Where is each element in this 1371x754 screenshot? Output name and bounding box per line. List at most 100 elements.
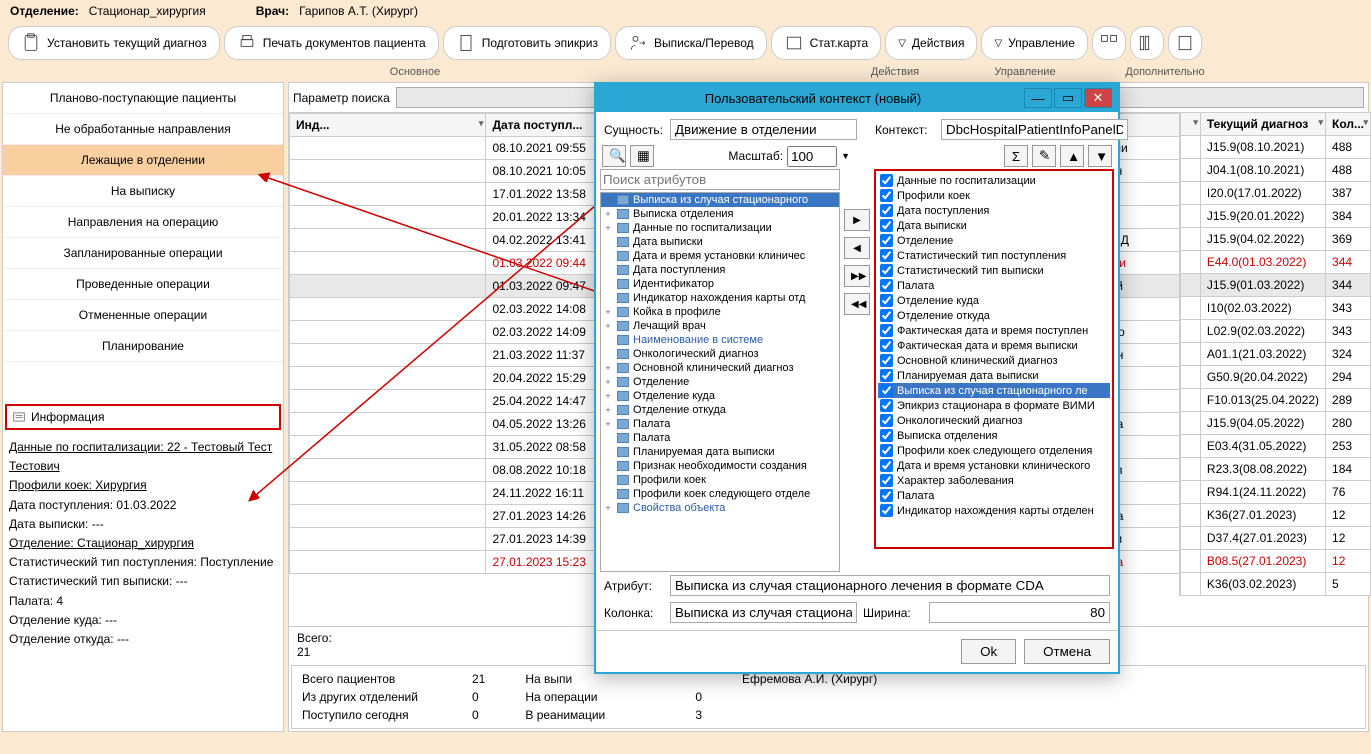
check-item[interactable]: Индикатор нахождения карты отделен [878, 503, 1110, 518]
statcard-button[interactable]: Стат.карта [771, 26, 882, 60]
tree-item[interactable]: +Свойства объекта [601, 501, 839, 515]
check-item[interactable]: Дата выписки [878, 218, 1110, 233]
check-item[interactable]: Палата [878, 278, 1110, 293]
table-row[interactable]: J04.1(08.10.2021)488 [1180, 159, 1370, 182]
table-row[interactable]: L02.9(02.03.2022)343 [1180, 320, 1370, 343]
checkbox[interactable] [880, 249, 893, 262]
table-row[interactable]: D37.4(27.01.2023)12 [1180, 527, 1370, 550]
checkbox[interactable] [880, 429, 893, 442]
table-row[interactable]: G50.9(20.04.2022)294 [1180, 366, 1370, 389]
tree-item[interactable]: Наименование в системе [601, 333, 839, 347]
checkbox[interactable] [880, 174, 893, 187]
move-down-button[interactable]: ▼ [1088, 145, 1112, 167]
tree-item[interactable]: +Основной клинический диагноз [601, 361, 839, 375]
checkbox[interactable] [880, 504, 893, 517]
table-row[interactable]: K36(03.02.2023)5 [1180, 573, 1370, 596]
table-row[interactable]: A01.1(21.03.2022)324 [1180, 343, 1370, 366]
nav-item[interactable]: Проведенные операции [3, 269, 283, 300]
attr-input[interactable] [670, 575, 1110, 596]
table-row[interactable]: J15.9(01.03.2022)344 [1180, 274, 1370, 297]
check-item[interactable]: Дата поступления [878, 203, 1110, 218]
checkbox[interactable] [880, 219, 893, 232]
tree-search-input[interactable] [600, 169, 840, 190]
discharge-button[interactable]: Выписка/Перевод [615, 26, 767, 60]
minimize-button[interactable]: — [1024, 88, 1052, 108]
extra-button-2[interactable] [1130, 26, 1164, 60]
checkbox[interactable] [880, 459, 893, 472]
table-row[interactable]: J15.9(04.05.2022)280 [1180, 412, 1370, 435]
nav-item[interactable]: На выписку [3, 176, 283, 207]
check-item[interactable]: Онкологический диагноз [878, 413, 1110, 428]
actions-dropdown[interactable]: ▽Действия [885, 26, 977, 60]
tree-item[interactable]: +Данные по госпитализации [601, 221, 839, 235]
tree-item[interactable]: Дата и время установки клиничес [601, 249, 839, 263]
col-input[interactable] [670, 602, 857, 623]
table-row[interactable]: K36(27.01.2023)12 [1180, 504, 1370, 527]
nav-item[interactable]: Направления на операцию [3, 207, 283, 238]
set-diagnosis-button[interactable]: Установить текущий диагноз [8, 26, 220, 60]
check-item[interactable]: Фактическая дата и время выписки [878, 338, 1110, 353]
nav-item[interactable]: Планирование [3, 331, 283, 362]
table-row[interactable]: J15.9(20.01.2022)384 [1180, 205, 1370, 228]
remove-button[interactable]: ◀ [844, 237, 870, 259]
check-item[interactable]: Дата и время установки клинического [878, 458, 1110, 473]
checkbox[interactable] [880, 234, 893, 247]
checkbox[interactable] [880, 324, 893, 337]
tree-item[interactable]: Онкологический диагноз [601, 347, 839, 361]
check-item[interactable]: Фактическая дата и время поступлен [878, 323, 1110, 338]
attribute-tree[interactable]: +Выписка из случая стационарного+Выписка… [600, 192, 840, 572]
tree-item[interactable]: +Отделение [601, 375, 839, 389]
check-item[interactable]: Профили коек [878, 188, 1110, 203]
cancel-button[interactable]: Отмена [1024, 639, 1110, 664]
column-header[interactable]: Инд...▾ [290, 114, 486, 137]
nav-item[interactable]: Планово-поступающие пациенты [3, 83, 283, 114]
maximize-button[interactable]: ▭ [1054, 88, 1082, 108]
tree-item[interactable]: Профили коек следующего отделе [601, 487, 839, 501]
selected-attributes[interactable]: Данные по госпитализацииПрофили коекДата… [874, 169, 1114, 549]
dialog-titlebar[interactable]: Пользовательский контекст (новый) — ▭ ✕ [596, 84, 1118, 112]
ok-button[interactable]: Ok [961, 639, 1016, 664]
checkbox[interactable] [880, 444, 893, 457]
add-button[interactable]: ▶ [844, 209, 870, 231]
grid-icon-button[interactable]: ▦ [630, 145, 654, 167]
tree-item[interactable]: +Палата [601, 417, 839, 431]
checkbox[interactable] [880, 399, 893, 412]
manage-dropdown[interactable]: ▽Управление [981, 26, 1087, 60]
checkbox[interactable] [880, 339, 893, 352]
check-item[interactable]: Палата [878, 488, 1110, 503]
check-item[interactable]: Характер заболевания [878, 473, 1110, 488]
edit-button[interactable]: ✎ [1032, 145, 1056, 167]
checkbox[interactable] [880, 264, 893, 277]
checkbox[interactable] [880, 354, 893, 367]
check-item[interactable]: Статистический тип поступления [878, 248, 1110, 263]
tree-item[interactable]: Признак необходимости создания [601, 459, 839, 473]
table-row[interactable]: J15.9(04.02.2022)369 [1180, 228, 1370, 251]
table-row[interactable]: R23.3(08.08.2022)184 [1180, 458, 1370, 481]
check-item[interactable]: Отделение откуда [878, 308, 1110, 323]
table-row[interactable]: E03.4(31.05.2022)253 [1180, 435, 1370, 458]
table-row[interactable]: J15.9(08.10.2021)488 [1180, 136, 1370, 159]
check-item[interactable]: Эпикриз стационара в формате ВИМИ [878, 398, 1110, 413]
checkbox[interactable] [880, 279, 893, 292]
width-input[interactable] [929, 602, 1110, 623]
context-input[interactable] [941, 119, 1128, 140]
extra-button-3[interactable] [1168, 26, 1202, 60]
check-item[interactable]: Отделение [878, 233, 1110, 248]
tree-item[interactable]: Планируемая дата выписки [601, 445, 839, 459]
zoom-icon-button[interactable]: 🔍 [602, 145, 626, 167]
checkbox[interactable] [880, 489, 893, 502]
column-header[interactable]: Кол...▾ [1326, 113, 1371, 136]
checkbox[interactable] [880, 204, 893, 217]
checkbox[interactable] [880, 414, 893, 427]
tree-item[interactable]: +Отделение куда [601, 389, 839, 403]
tree-item[interactable]: +Лечащий врач [601, 319, 839, 333]
table-row[interactable]: I10(02.03.2022)343 [1180, 297, 1370, 320]
checkbox[interactable] [880, 369, 893, 382]
tree-item[interactable]: +Выписка из случая стационарного [601, 193, 839, 207]
extra-button-1[interactable] [1092, 26, 1126, 60]
checkbox[interactable] [880, 474, 893, 487]
tree-item[interactable]: Индикатор нахождения карты отд [601, 291, 839, 305]
info-header[interactable]: Информация [5, 404, 281, 430]
entity-input[interactable] [670, 119, 857, 140]
nav-item[interactable]: Запланированные операции [3, 238, 283, 269]
